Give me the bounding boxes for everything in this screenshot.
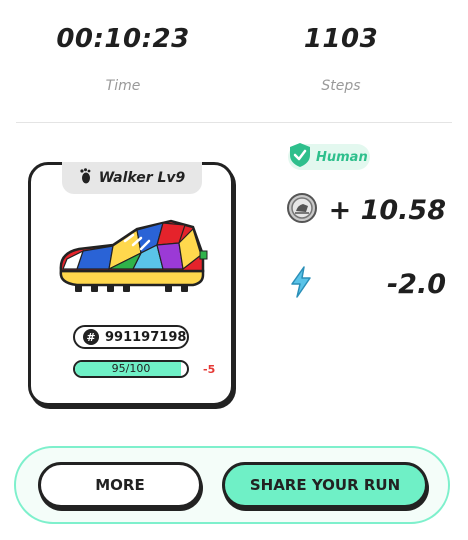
action-bar: MORE SHARE YOUR RUN [14,446,450,524]
durability-delta: -5 [203,363,216,376]
sneaker-image [53,215,213,301]
steps-stat: 1103 Steps [261,24,421,94]
time-value: 00:10:23 [56,24,190,54]
reward-row: + 10.58 [286,190,446,230]
sneaker-id: 991197198 [105,329,187,345]
footprint-icon [79,168,93,188]
energy-row: -2.0 [288,264,446,304]
steps-value: 1103 [303,24,379,54]
badge-label: Human [316,149,368,165]
time-stat: 00:10:23 Time [43,24,203,94]
divider [16,122,452,123]
steps-label: Steps [321,78,361,94]
shield-check-icon [288,142,312,172]
sneaker-type-tab: Walker Lv9 [62,162,202,194]
reward-value: + 10.58 [328,194,446,226]
durability-text: 95/100 [111,362,151,375]
sneaker-id-pill: # 991197198 [73,325,189,349]
durability-bar: 95/100 [73,360,189,378]
lightning-icon [288,265,314,303]
time-label: Time [105,78,141,94]
coin-icon [286,192,318,228]
human-badge: Human [288,142,370,172]
sneaker-card[interactable]: Walker Lv9 # 991197198 95/100 -5 [28,162,234,406]
share-run-button[interactable]: SHARE YOUR RUN [222,462,428,508]
sneaker-name: Walker Lv9 [98,170,186,186]
hash-icon: # [83,329,99,345]
energy-value: -2.0 [386,268,446,300]
more-button[interactable]: MORE [38,462,202,508]
